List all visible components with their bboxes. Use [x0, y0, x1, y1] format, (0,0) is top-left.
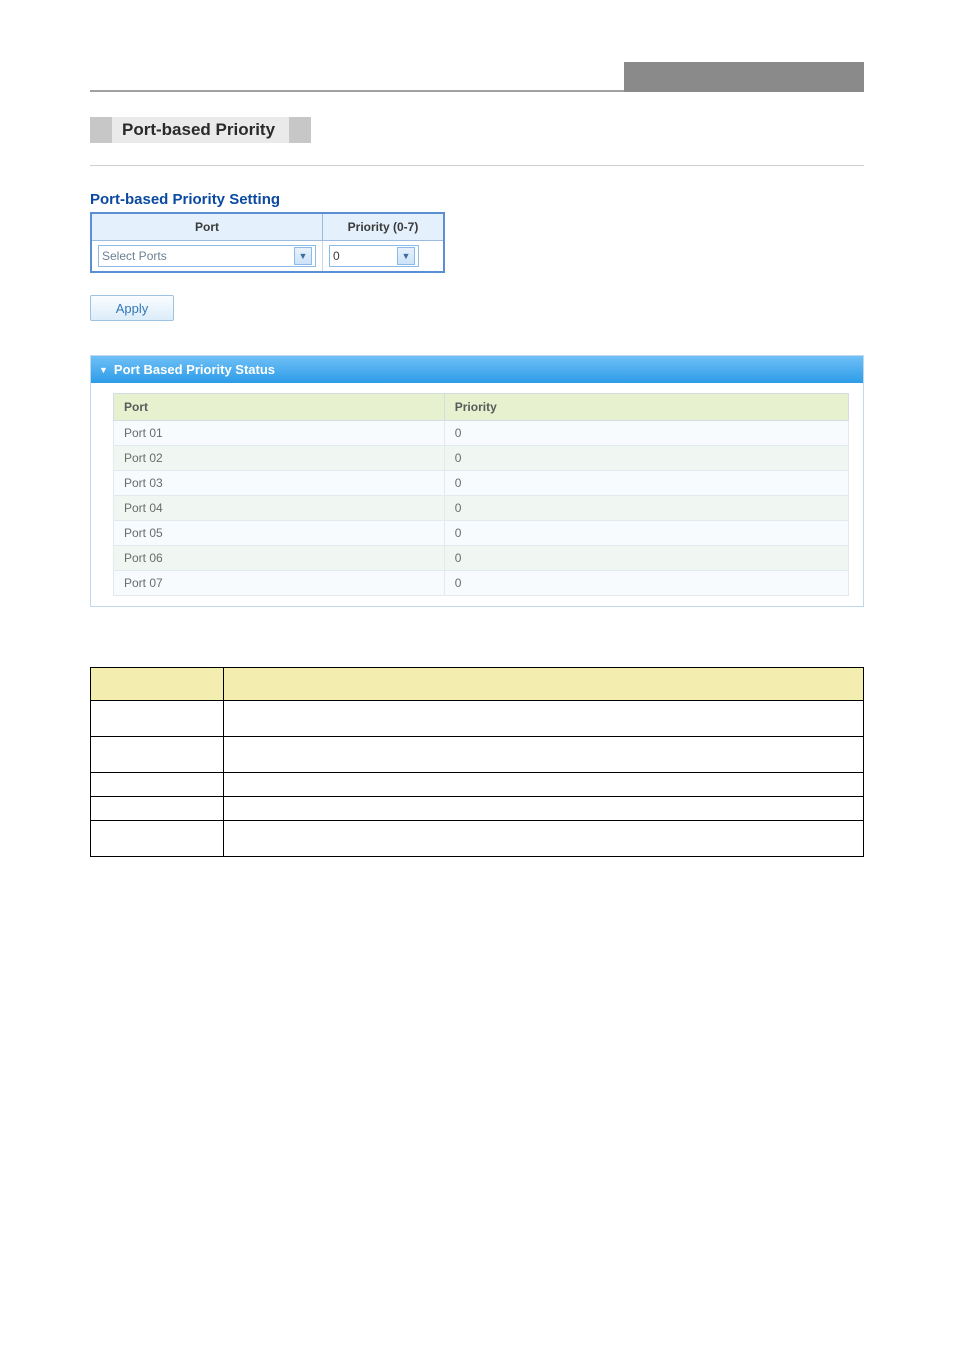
setting-heading: Port-based Priority Setting [90, 191, 864, 208]
chevron-down-icon: ▼ [397, 247, 415, 265]
desc-header-1 [91, 668, 224, 701]
priority-select-value: 0 [333, 249, 340, 263]
status-panel-title: Port Based Priority Status [114, 362, 275, 377]
desc-header-2 [224, 668, 864, 701]
chevron-down-icon: ▼ [294, 247, 312, 265]
apply-button-label: Apply [116, 301, 149, 316]
table-row-priority: 0 [444, 546, 848, 571]
setting-table: Port Priority (0-7) Select Ports ▼ 0 ▼ [90, 212, 445, 273]
status-port-header: Port [114, 394, 445, 421]
table-row-priority: 0 [444, 446, 848, 471]
table-row-priority: 0 [444, 521, 848, 546]
status-panel: ▼ Port Based Priority Status Port Priori… [90, 355, 864, 607]
description-table [90, 667, 864, 857]
title-left-bar [90, 117, 112, 143]
desc-cell [91, 821, 224, 857]
desc-cell [224, 773, 864, 797]
title-right-bar [289, 117, 311, 143]
desc-cell [224, 821, 864, 857]
table-row-priority: 0 [444, 471, 848, 496]
setting-priority-header: Priority (0-7) [323, 213, 445, 241]
apply-button[interactable]: Apply [90, 295, 174, 321]
status-priority-header: Priority [444, 394, 848, 421]
table-row-port: Port 02 [114, 446, 445, 471]
table-row-port: Port 03 [114, 471, 445, 496]
desc-cell [224, 737, 864, 773]
desc-cell [91, 773, 224, 797]
table-row-priority: 0 [444, 496, 848, 521]
setting-port-header: Port [91, 213, 323, 241]
desc-cell [224, 797, 864, 821]
status-table: Port Priority Port 010Port 020Port 030Po… [113, 393, 849, 596]
table-row-port: Port 04 [114, 496, 445, 521]
port-select[interactable]: Select Ports ▼ [98, 245, 316, 267]
status-panel-header[interactable]: ▼ Port Based Priority Status [91, 356, 863, 383]
chevron-down-icon: ▼ [99, 365, 108, 375]
port-select-value: Select Ports [102, 249, 167, 263]
table-row-port: Port 01 [114, 421, 445, 446]
page-title: Port-based Priority [90, 117, 311, 143]
priority-select[interactable]: 0 ▼ [329, 245, 419, 267]
table-row-priority: 0 [444, 571, 848, 596]
desc-cell [91, 737, 224, 773]
table-row-port: Port 07 [114, 571, 445, 596]
desc-cell [91, 797, 224, 821]
top-gray-bar [624, 62, 864, 92]
title-underline [90, 165, 864, 166]
page-title-text: Port-based Priority [112, 117, 289, 143]
table-row-priority: 0 [444, 421, 848, 446]
table-row-port: Port 06 [114, 546, 445, 571]
desc-cell [91, 701, 224, 737]
desc-cell [224, 701, 864, 737]
table-row-port: Port 05 [114, 521, 445, 546]
